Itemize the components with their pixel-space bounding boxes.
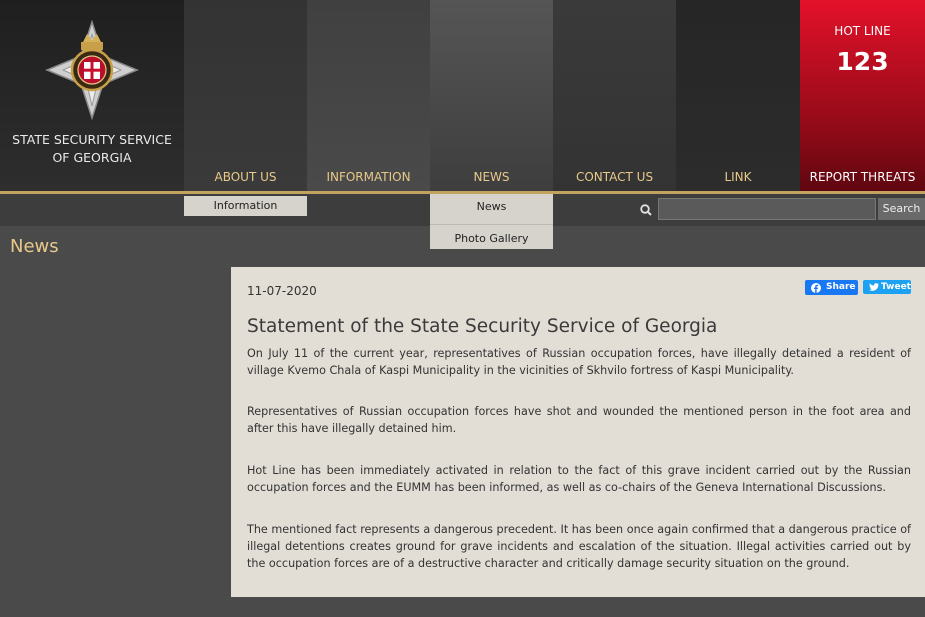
article-paragraph-4: The mentioned fact represents a dangerou… (247, 523, 911, 570)
site-header: STATE SECURITY SERVICE OF GEORGIA ABOUT … (0, 0, 925, 192)
logo-block[interactable]: STATE SECURITY SERVICE OF GEORGIA (0, 0, 184, 192)
article-date: 11-07-2020 (247, 284, 317, 298)
search-button[interactable]: Search (878, 198, 925, 220)
nav-about-us-label: ABOUT US (214, 170, 277, 184)
article-panel: 11-07-2020 Share Tweet Statement of the … (231, 267, 925, 597)
nav-link-label: LINK (724, 170, 752, 184)
org-name: STATE SECURITY SERVICE OF GEORGIA (0, 131, 184, 167)
nav-link[interactable]: LINK (676, 0, 800, 192)
search-input[interactable] (658, 198, 876, 220)
hotline-block[interactable]: HOT LINE 123 REPORT THREATS (800, 0, 925, 192)
dropdown-item-news[interactable]: News (430, 194, 553, 225)
facebook-icon (811, 282, 821, 293)
nav-contact-us-label: CONTACT US (575, 170, 654, 184)
search-icon (640, 204, 652, 216)
facebook-share-button[interactable]: Share (805, 280, 858, 295)
nav-about-us[interactable]: ABOUT US (184, 0, 307, 192)
dropdown-item-information[interactable]: Information (184, 196, 307, 216)
nav-news-label: NEWS (473, 170, 510, 184)
page-title: News (10, 236, 59, 257)
hotline-title: HOT LINE (834, 24, 891, 38)
emblem-logo-icon (45, 20, 139, 120)
org-name-line1: STATE SECURITY SERVICE (12, 132, 172, 147)
tweet-button[interactable]: Tweet (863, 280, 911, 294)
article-title: Statement of the State Security Service … (247, 316, 718, 337)
nav-information-label: INFORMATION (326, 170, 411, 184)
nav-news[interactable]: NEWS (430, 0, 553, 192)
twitter-bird-icon (869, 282, 879, 291)
org-name-line2: OF GEORGIA (52, 150, 132, 165)
article-paragraph-1: On July 11 of the current year, represen… (247, 347, 911, 377)
report-threats-label[interactable]: REPORT THREATS (800, 170, 925, 184)
article-paragraph-3: Hot Line has been immediately activated … (247, 464, 911, 494)
hotline-number: 123 (836, 47, 889, 76)
share-label: Share (826, 282, 856, 292)
tweet-label: Tweet (881, 282, 911, 292)
article-paragraph-2: Representatives of Russian occupation fo… (247, 405, 911, 435)
nav-information[interactable]: INFORMATION (307, 0, 430, 192)
nav-contact-us[interactable]: CONTACT US (553, 0, 676, 192)
dropdown-item-photo-gallery[interactable]: Photo Gallery (430, 225, 553, 249)
